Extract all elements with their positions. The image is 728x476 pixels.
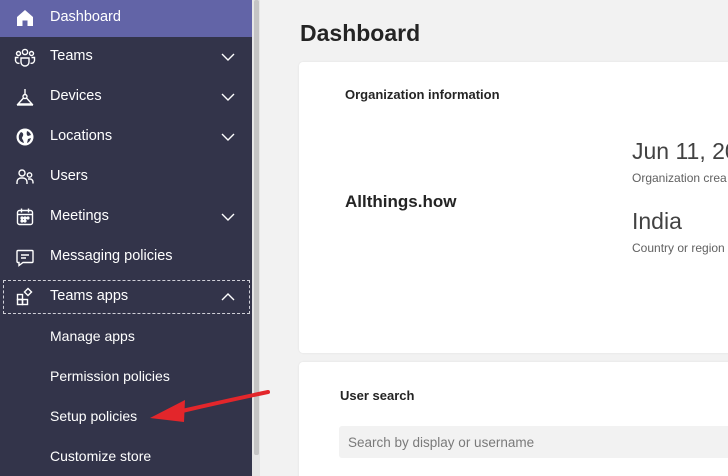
card-heading: User search — [340, 388, 415, 403]
sidebar-item-label: Meetings — [50, 208, 109, 224]
sidebar-subitem-label: Customize store — [50, 448, 152, 464]
chevron-up-icon[interactable] — [220, 289, 236, 305]
chevron-down-icon[interactable] — [220, 89, 236, 105]
sidebar-subitem-setup-policies[interactable]: Setup policies — [0, 397, 252, 437]
organization-info-card: Organization information Allthings.how J… — [299, 62, 728, 353]
users-icon — [14, 167, 36, 187]
sidebar-item-dashboard[interactable]: Dashboard — [0, 0, 252, 37]
sidebar-item-label: Devices — [50, 88, 102, 104]
sidebar-item-label: Users — [50, 168, 88, 184]
teams-icon — [14, 47, 36, 67]
card-heading: Organization information — [345, 87, 500, 102]
sidebar-item-label: Locations — [50, 128, 113, 144]
apps-icon — [14, 287, 36, 307]
user-search-input[interactable] — [339, 426, 728, 458]
globe-icon — [14, 127, 36, 147]
sidebar-item-teams-apps[interactable]: Teams apps — [3, 280, 250, 314]
sidebar-item-label: Teams apps — [50, 288, 129, 304]
sidebar-subitem-manage-apps[interactable]: Manage apps — [0, 317, 252, 357]
chevron-down-icon[interactable] — [220, 129, 236, 145]
message-icon — [14, 247, 36, 267]
devices-icon — [14, 87, 36, 107]
sidebar-item-label: Teams — [50, 48, 93, 64]
sidebar-scrollbar[interactable] — [254, 0, 259, 455]
sidebar-item-users[interactable]: Users — [0, 157, 252, 197]
sidebar-subitem-label: Manage apps — [50, 328, 135, 344]
sidebar-subitem-label: Setup policies — [50, 408, 138, 424]
user-search-box — [339, 426, 728, 458]
sidebar-item-label: Messaging policies — [50, 248, 173, 264]
chevron-down-icon[interactable] — [220, 209, 236, 225]
sidebar-item-devices[interactable]: Devices — [0, 77, 252, 117]
page-title: Dashboard — [300, 20, 421, 46]
sidebar-item-messaging-policies[interactable]: Messaging policies — [0, 237, 252, 277]
chevron-down-icon[interactable] — [220, 49, 236, 65]
created-date-label: Organization crea — [632, 171, 727, 185]
country-label: Country or region — [632, 241, 725, 255]
user-search-card: User search — [299, 362, 728, 476]
sidebar-item-label: Dashboard — [50, 9, 121, 25]
sidebar: Dashboard Teams Devices Locations Users … — [0, 0, 252, 476]
organization-name: Allthings.how — [345, 192, 457, 211]
sidebar-item-meetings[interactable]: Meetings — [0, 197, 252, 237]
created-date-value: Jun 11, 20 — [632, 138, 728, 164]
sidebar-subitem-permission-policies[interactable]: Permission policies — [0, 357, 252, 397]
main-content: Dashboard Organization information Allth… — [260, 0, 728, 476]
sidebar-item-locations[interactable]: Locations — [0, 117, 252, 157]
sidebar-item-teams[interactable]: Teams — [0, 37, 252, 77]
sidebar-subitem-customize-store[interactable]: Customize store — [0, 437, 252, 476]
country-value: India — [632, 208, 682, 234]
calendar-icon — [14, 207, 36, 227]
home-icon — [14, 8, 36, 28]
sidebar-subitem-label: Permission policies — [50, 368, 170, 384]
